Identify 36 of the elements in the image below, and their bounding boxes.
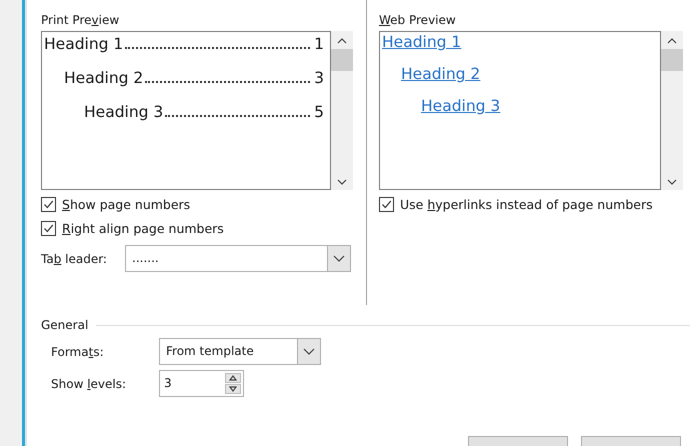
checkbox[interactable] (41, 196, 56, 212)
scrollbar-thumb[interactable] (331, 49, 353, 71)
scroll-down-icon[interactable] (667, 178, 677, 186)
toc-entry: Heading 2 (64, 68, 144, 88)
levels-spinner[interactable]: 3 (159, 370, 244, 397)
heading-link[interactable]: Heading 1 (382, 32, 462, 53)
formats-dropdown[interactable]: From template (159, 338, 321, 365)
checkbox-label[interactable]: Show page numbers (62, 196, 190, 212)
heading-link[interactable]: Heading 3 (421, 95, 500, 117)
section-label: Web Preview (379, 12, 457, 29)
checkbox-label[interactable]: Use hyperlinks instead of page numbers (400, 196, 653, 212)
scrollbar-thumb[interactable] (661, 49, 683, 71)
checkbox[interactable] (379, 196, 394, 212)
section-label: Print Preview (41, 12, 120, 29)
toc-entry: Heading 1 (44, 34, 124, 54)
scroll-up-icon[interactable] (667, 37, 677, 45)
spin-down-icon[interactable] (229, 386, 237, 392)
chevron-down-icon[interactable] (333, 254, 345, 263)
chevron-down-icon[interactable] (303, 347, 315, 356)
page-number: 3 (314, 68, 324, 88)
scrollbar[interactable] (661, 31, 683, 190)
field-label: Formats: (51, 344, 105, 358)
toc-entry: Heading 3 (84, 102, 164, 122)
tab-leader-dropdown[interactable]: ....... (125, 245, 351, 272)
scroll-down-icon[interactable] (337, 178, 347, 186)
heading-link[interactable]: Heading 2 (401, 63, 480, 85)
checkbox[interactable] (41, 220, 56, 236)
field-label: Show levels: (51, 376, 128, 390)
page-number: 1 (314, 34, 324, 54)
scroll-up-icon[interactable] (337, 37, 347, 45)
page-number: 5 (314, 102, 324, 122)
field-label: Tab leader: (41, 252, 108, 266)
spin-up-icon[interactable] (229, 375, 237, 381)
checkbox-label[interactable]: Right align page numbers (62, 220, 224, 236)
scrollbar[interactable] (331, 31, 353, 190)
section-label: General (41, 318, 88, 332)
